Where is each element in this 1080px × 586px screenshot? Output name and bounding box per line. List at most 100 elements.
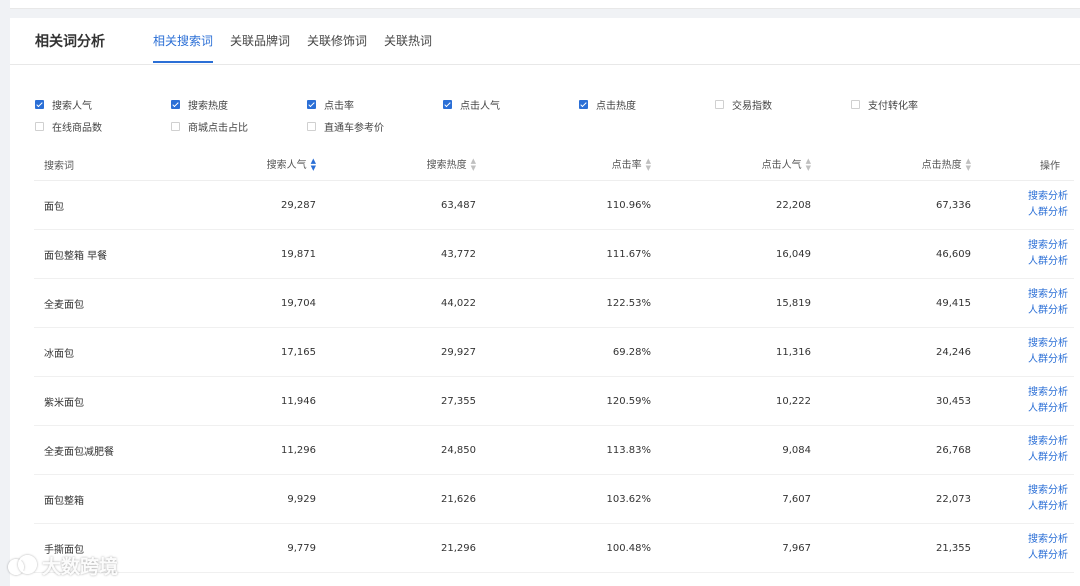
watermark: 大数跨境 xyxy=(8,552,118,579)
search-analysis-link[interactable]: 搜索分析 xyxy=(971,336,1068,352)
checkbox-checked-icon[interactable] xyxy=(579,99,588,109)
column-header-keyword: 搜索词 xyxy=(34,148,174,181)
filter-label: 支付转化率 xyxy=(868,100,918,112)
tab-related-brand-words[interactable]: 关联品牌词 xyxy=(230,18,290,63)
column-header-search-heat[interactable]: 搜索热度 ▲ ▼ xyxy=(316,148,476,181)
cell-search-popularity: 29,287 xyxy=(174,180,316,230)
filter-search-popularity[interactable]: 搜索人气 xyxy=(35,97,171,112)
crowd-analysis-link[interactable]: 人群分析 xyxy=(971,401,1068,417)
cell-search-popularity: 11,946 xyxy=(174,376,316,426)
cell-keyword: 紫米面包 xyxy=(34,376,174,426)
column-header-click-popularity[interactable]: 点击人气 ▲ ▼ xyxy=(651,148,811,181)
checkbox-unchecked-icon[interactable] xyxy=(171,121,180,131)
related-words-panel: 相关词分析 相关搜索词 关联品牌词 关联修饰词 关联热词 搜索人气 搜索热度 点… xyxy=(10,18,1080,586)
cell-actions: 搜索分析 人群分析 xyxy=(971,425,1074,475)
column-header-ctr[interactable]: 点击率 ▲ ▼ xyxy=(476,148,651,181)
cell-search-popularity: 9,779 xyxy=(174,523,316,573)
cell-click-heat: 22,073 xyxy=(811,474,971,524)
sort-icon[interactable]: ▲ ▼ xyxy=(966,158,971,172)
column-header-label: 点击热度 xyxy=(921,160,962,171)
tab-related-search-words[interactable]: 相关搜索词 xyxy=(153,18,214,63)
filter-row: 在线商品数 商城点击占比 直通车参考价 xyxy=(35,115,1075,137)
cell-keyword: 全麦面包减肥餐 xyxy=(34,425,174,475)
filter-label: 商城点击占比 xyxy=(188,122,248,134)
checkbox-checked-icon[interactable] xyxy=(307,99,316,109)
filter-click-heat[interactable]: 点击热度 xyxy=(579,97,715,112)
filter-ctr[interactable]: 点击率 xyxy=(307,97,443,112)
cell-keyword: 面包整箱 xyxy=(34,474,174,524)
table-row: 冰面包 17,165 29,927 69.28% 11,316 24,246 搜… xyxy=(34,327,1074,377)
search-analysis-link[interactable]: 搜索分析 xyxy=(971,287,1068,303)
cell-click-heat: 67,336 xyxy=(811,180,971,230)
checkbox-checked-icon[interactable] xyxy=(443,99,452,109)
cell-keyword: 面包整箱 早餐 xyxy=(34,229,174,279)
cell-actions: 搜索分析 人群分析 xyxy=(971,327,1074,377)
cell-search-heat: 43,772 xyxy=(316,229,476,279)
cell-actions: 搜索分析 人群分析 xyxy=(971,376,1074,426)
crowd-analysis-link[interactable]: 人群分析 xyxy=(971,450,1068,466)
search-analysis-link[interactable]: 搜索分析 xyxy=(971,532,1068,548)
filter-label: 搜索热度 xyxy=(188,100,228,112)
search-analysis-link[interactable]: 搜索分析 xyxy=(971,385,1068,401)
table-header-row: 搜索词 搜索人气 ▲ ▼ 搜索热度 ▲ ▼ 点击率 ▲ ▼ 点击人气 ▲ ▼ 点击热度 ▲ ▼ 操作 xyxy=(34,148,1074,181)
filter-online-items[interactable]: 在线商品数 xyxy=(35,119,171,134)
panel-title: 相关词分析 xyxy=(35,34,105,50)
checkbox-unchecked-icon[interactable] xyxy=(715,99,724,109)
cell-click-popularity: 9,084 xyxy=(651,425,811,475)
table-row: 面包整箱 早餐 19,871 43,772 111.67% 16,049 46,… xyxy=(34,229,1074,279)
cell-ctr: 120.59% xyxy=(476,376,651,426)
tab-related-modifier-words[interactable]: 关联修饰词 xyxy=(307,18,367,63)
related-words-table: 搜索词 搜索人气 ▲ ▼ 搜索热度 ▲ ▼ 点击率 ▲ ▼ 点击人气 ▲ ▼ 点击热度 ▲ ▼ 操作… xyxy=(34,148,1074,573)
cell-click-heat: 46,609 xyxy=(811,229,971,279)
search-analysis-link[interactable]: 搜索分析 xyxy=(971,483,1068,499)
filter-ztc-reference-price[interactable]: 直通车参考价 xyxy=(307,119,443,134)
filter-row: 搜索人气 搜索热度 点击率 点击人气 点击热度 交易指数 支付转化率 xyxy=(35,93,1075,115)
column-header-search-popularity[interactable]: 搜索人气 ▲ ▼ xyxy=(174,148,316,181)
search-analysis-link[interactable]: 搜索分析 xyxy=(971,434,1068,450)
crowd-analysis-link[interactable]: 人群分析 xyxy=(971,499,1068,515)
cell-click-heat: 49,415 xyxy=(811,278,971,328)
checkbox-unchecked-icon[interactable] xyxy=(35,121,44,131)
table-row: 面包 29,287 63,487 110.96% 22,208 67,336 搜… xyxy=(34,180,1074,230)
cell-click-popularity: 15,819 xyxy=(651,278,811,328)
cell-actions: 搜索分析 人群分析 xyxy=(971,229,1074,279)
crowd-analysis-link[interactable]: 人群分析 xyxy=(971,205,1068,221)
cell-keyword: 全麦面包 xyxy=(34,278,174,328)
search-analysis-link[interactable]: 搜索分析 xyxy=(971,189,1068,205)
sort-icon[interactable]: ▲ ▼ xyxy=(471,158,476,172)
cell-click-popularity: 10,222 xyxy=(651,376,811,426)
column-header-click-heat[interactable]: 点击热度 ▲ ▼ xyxy=(811,148,971,181)
checkbox-unchecked-icon[interactable] xyxy=(307,121,316,131)
cell-actions: 搜索分析 人群分析 xyxy=(971,474,1074,524)
sort-desc-icon[interactable]: ▲ ▼ xyxy=(311,158,316,172)
cell-click-popularity: 11,316 xyxy=(651,327,811,377)
filter-label: 交易指数 xyxy=(732,100,772,112)
tab-related-hot-words[interactable]: 关联热词 xyxy=(384,18,432,63)
search-analysis-link[interactable]: 搜索分析 xyxy=(971,238,1068,254)
watermark-text: 大数跨境 xyxy=(42,556,119,578)
column-header-label: 搜索人气 xyxy=(266,160,307,171)
checkbox-unchecked-icon[interactable] xyxy=(851,99,860,109)
filter-transaction-index[interactable]: 交易指数 xyxy=(715,97,851,112)
crowd-analysis-link[interactable]: 人群分析 xyxy=(971,254,1068,270)
sort-icon[interactable]: ▲ ▼ xyxy=(806,158,811,172)
filter-payment-conversion[interactable]: 支付转化率 xyxy=(851,97,987,112)
filter-search-heat[interactable]: 搜索热度 xyxy=(171,97,307,112)
checkbox-checked-icon[interactable] xyxy=(171,99,180,109)
crowd-analysis-link[interactable]: 人群分析 xyxy=(971,352,1068,368)
checkbox-checked-icon[interactable] xyxy=(35,99,44,109)
sort-icon[interactable]: ▲ ▼ xyxy=(646,158,651,172)
filter-label: 点击热度 xyxy=(596,100,636,112)
crowd-analysis-link[interactable]: 人群分析 xyxy=(971,548,1068,564)
filter-mall-click-ratio[interactable]: 商城点击占比 xyxy=(171,119,307,134)
cell-keyword: 面包 xyxy=(34,180,174,230)
crowd-analysis-link[interactable]: 人群分析 xyxy=(971,303,1068,319)
table-row: 全麦面包 19,704 44,022 122.53% 15,819 49,415… xyxy=(34,278,1074,328)
cell-click-heat: 24,246 xyxy=(811,327,971,377)
cell-search-popularity: 19,871 xyxy=(174,229,316,279)
cell-search-popularity: 9,929 xyxy=(174,474,316,524)
column-header-action: 操作 xyxy=(971,148,1074,181)
metric-filters: 搜索人气 搜索热度 点击率 点击人气 点击热度 交易指数 支付转化率 在线商品数… xyxy=(35,93,1075,137)
filter-label: 在线商品数 xyxy=(52,122,102,134)
filter-click-popularity[interactable]: 点击人气 xyxy=(443,97,579,112)
